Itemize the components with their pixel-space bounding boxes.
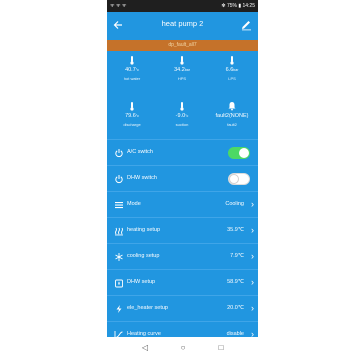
page-title: heat pump 2 (161, 19, 204, 28)
row-heating-curve[interactable]: Heating curve disable › (107, 321, 258, 337)
row-ac-switch: A/C switch (107, 139, 258, 166)
sensor-value: fault2(NONE) (215, 113, 249, 119)
lightning-icon (116, 305, 122, 313)
chevron-right-icon: › (251, 277, 254, 287)
sensor-label: hot water (123, 76, 141, 81)
row-value: Cooling (225, 201, 244, 207)
back-button[interactable] (111, 18, 125, 32)
sensor-unit: °c (135, 114, 139, 118)
dhw-switch-toggle[interactable] (228, 173, 250, 185)
chevron-right-icon: › (251, 225, 254, 235)
sensor-row-1: 40.7°c hot water 34.2bar HPS 6.6bar LPS (107, 51, 258, 91)
sensor-label: fault2 (227, 122, 237, 127)
sensor-suction: -9.0°c suction (157, 97, 207, 137)
power-icon (115, 175, 123, 184)
thermometer-icon (180, 56, 184, 65)
row-dhw-switch: DHW switch (107, 165, 258, 192)
sensor-unit: bar (233, 68, 239, 72)
power-icon (115, 149, 123, 158)
toggle-knob (229, 174, 239, 184)
thermometer-icon (130, 102, 134, 111)
thermometer-icon (230, 56, 234, 65)
curve-chart-icon (114, 331, 123, 337)
sensor-label: discharge (123, 122, 141, 127)
ac-switch-toggle[interactable] (228, 147, 250, 159)
chevron-right-icon: › (251, 303, 254, 313)
row-label: heating setup (127, 227, 161, 233)
row-mode[interactable]: Mode Cooling › (107, 191, 258, 218)
chevron-right-icon: › (251, 251, 254, 261)
row-value: 20.0℃ (227, 305, 244, 311)
toggle-knob (239, 148, 249, 158)
pencil-icon (242, 21, 251, 31)
nav-back-button[interactable]: ◁ (139, 342, 151, 354)
sensor-label: HPS (177, 76, 187, 81)
row-label: ele_heater setup (127, 305, 168, 311)
heat-waves-icon (115, 227, 123, 236)
row-cooling-setup[interactable]: cooling setup 7.9℃ › (107, 243, 258, 270)
bell-icon (228, 102, 236, 111)
row-label: DHW switch (127, 175, 157, 181)
row-label: cooling setup (127, 253, 160, 259)
sensor-unit: bar (184, 68, 190, 72)
sensor-discharge: 79.6°c discharge (107, 97, 157, 137)
sensor-value: 34.2 (174, 67, 185, 73)
row-label: A/C switch (127, 149, 153, 155)
phone-screen: ᯤ ᯤ ᯤ ✻ 75% ▮ 14:25 heat pump 2 dp_fault… (107, 0, 258, 360)
water-tank-icon (115, 279, 123, 288)
row-value: 58.9℃ (227, 279, 244, 285)
nav-recents-button[interactable]: □ (215, 342, 227, 354)
sensor-row-2: 79.6°c discharge -9.0°c suction fault2(N… (107, 91, 258, 131)
sensor-fault2: fault2(NONE) fault2 (207, 97, 257, 137)
main-content: 40.7°c hot water 34.2bar HPS 6.6bar LPS … (107, 51, 258, 337)
app-bar: heat pump 2 (107, 12, 258, 40)
status-info: ✻ 75% ▮ 14:25 (221, 3, 255, 9)
fault-banner: dp_fault_all7 (107, 40, 258, 51)
system-nav-bar: ◁ ○ □ (107, 337, 258, 360)
row-ele-heater-setup[interactable]: ele_heater setup 20.0℃ › (107, 295, 258, 322)
sensor-unit: °c (135, 68, 139, 72)
sensor-unit: °c (185, 114, 189, 118)
chevron-right-icon: › (251, 329, 254, 337)
sensor-hps: 34.2bar HPS (157, 51, 207, 91)
row-label: Mode (127, 201, 141, 207)
arrow-left-icon (113, 21, 122, 29)
chevron-right-icon: › (251, 199, 254, 209)
edit-button[interactable] (240, 18, 254, 32)
sensor-label: suction (175, 122, 189, 127)
row-label: DHW setup (127, 279, 156, 285)
snowflake-icon (115, 253, 123, 261)
sensor-value: 40.7 (125, 67, 136, 73)
row-heating-setup[interactable]: heating setup 35.9℃ › (107, 217, 258, 244)
sensor-lps: 6.6bar LPS (207, 51, 257, 91)
sensor-value: -9.0 (175, 113, 186, 119)
row-dhw-setup[interactable]: DHW setup 58.9℃ › (107, 269, 258, 296)
sensor-hot-water: 40.7°c hot water (107, 51, 157, 91)
menu-icon (115, 202, 123, 209)
row-value: 7.9℃ (230, 253, 244, 259)
sensor-value: 79.6 (125, 113, 136, 119)
row-value: 35.9℃ (227, 227, 244, 233)
sensor-label: LPS (228, 76, 236, 81)
status-bar: ᯤ ᯤ ᯤ ✻ 75% ▮ 14:25 (107, 0, 258, 12)
nav-home-button[interactable]: ○ (177, 342, 189, 354)
thermometer-icon (130, 56, 134, 65)
thermometer-icon (180, 102, 184, 111)
signal-indicators: ᯤ ᯤ ᯤ (110, 3, 127, 9)
